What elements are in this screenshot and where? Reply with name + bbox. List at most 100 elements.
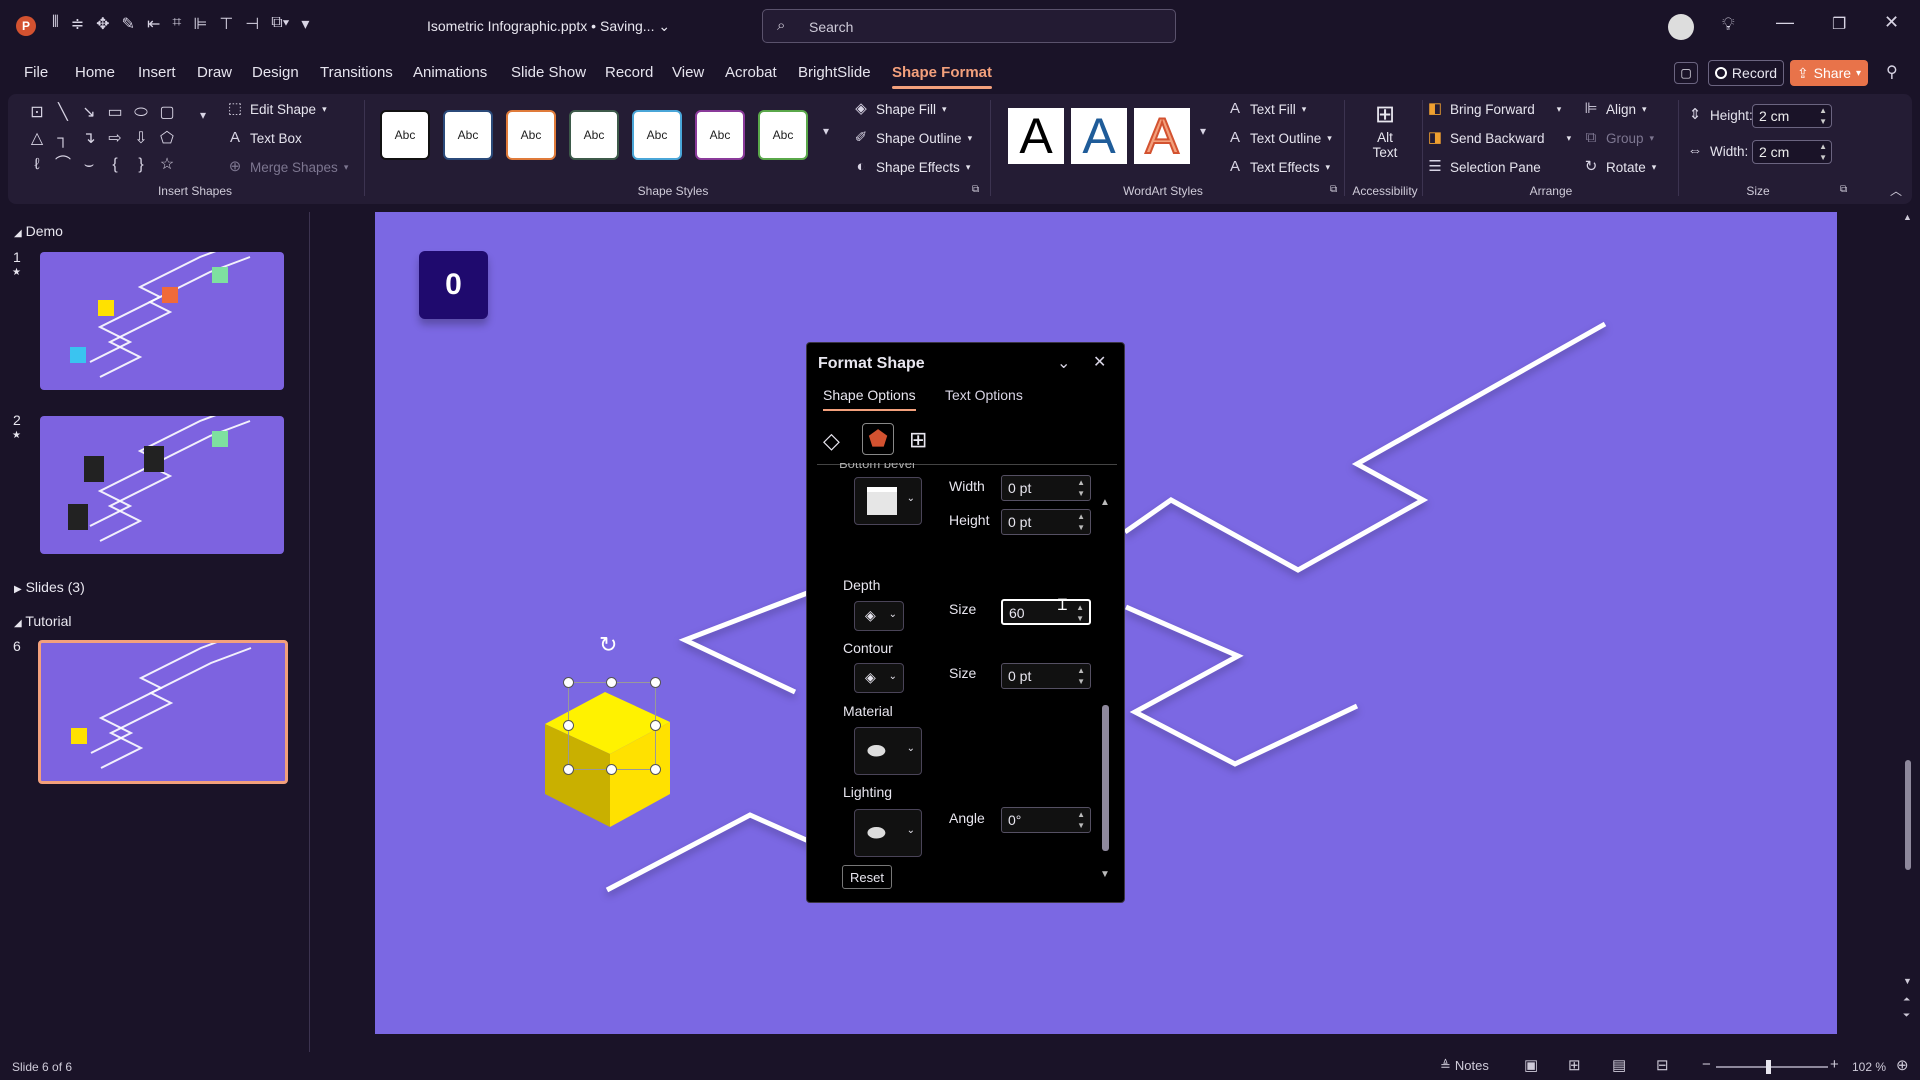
spinner-arrows-icon[interactable]: ▲ ▼ — [1077, 477, 1085, 499]
tab-animations[interactable]: Animations — [413, 64, 487, 81]
alt-text-button[interactable]: ⊞ Alt Text — [1360, 100, 1410, 160]
shape-fill-button[interactable]: ◈ Shape Fill ▾ — [852, 100, 946, 118]
slide-sorter-icon[interactable]: ⊞ — [1568, 1056, 1581, 1074]
group-icon[interactable]: ⧉▾ — [271, 14, 289, 34]
next-slide-icon[interactable]: ⏷ — [1903, 1010, 1910, 1021]
star-shape-icon[interactable]: ☆ — [154, 152, 180, 178]
oval-shape-icon[interactable]: ⬭ — [128, 100, 154, 126]
dialog-launcher-icon[interactable]: ⧉ — [1330, 184, 1337, 195]
tab-slide-show[interactable]: Slide Show — [511, 64, 586, 81]
notes-button[interactable]: ≜ Notes — [1440, 1058, 1489, 1074]
scroll-down-icon[interactable]: ▼ — [1903, 976, 1912, 986]
tab-home[interactable]: Home — [75, 64, 115, 81]
material-dropdown[interactable]: ⬬ ⌄ — [854, 727, 922, 775]
zoom-out-icon[interactable]: − — [1702, 1056, 1711, 1073]
fit-slide-icon[interactable]: ⊕ — [1896, 1056, 1909, 1074]
textbox-shape-icon[interactable]: ⊡ — [24, 100, 50, 126]
bevel-height-input[interactable]: 0 pt ▲ ▼ — [1001, 509, 1091, 535]
align-icon[interactable]: ≑ — [71, 14, 84, 34]
group-button[interactable]: ⧉ Group ▾ — [1582, 129, 1654, 147]
rectangle-shape-icon[interactable]: ▭ — [102, 100, 128, 126]
pane-scroll-thumb[interactable] — [1102, 705, 1109, 851]
shape-style-1[interactable]: Abc — [380, 110, 430, 160]
arc-shape-icon[interactable]: ⌒ — [50, 152, 76, 178]
send-backward-button[interactable]: ◨ Send Backward ▾ — [1426, 129, 1571, 147]
shape-icon[interactable]: ✥ — [96, 14, 109, 34]
tab-draw[interactable]: Draw — [197, 64, 232, 81]
customize-toolbar-icon[interactable]: ▾ — [301, 14, 309, 34]
scroll-up-icon[interactable]: ▲ — [1903, 212, 1912, 222]
triangle-shape-icon[interactable]: △ — [24, 126, 50, 152]
left-brace-icon[interactable]: { — [102, 152, 128, 178]
resize-handle[interactable] — [650, 764, 661, 775]
shape-gallery-more-icon[interactable]: ▾ — [200, 108, 206, 122]
panel-divider[interactable] — [309, 212, 310, 1052]
record-button[interactable]: Record — [1708, 60, 1784, 86]
rounded-rect-shape-icon[interactable]: ▢ — [154, 100, 180, 126]
scroll-thumb[interactable] — [1905, 760, 1911, 870]
align-top-icon[interactable]: ⊤ — [219, 14, 233, 34]
fill-line-icon[interactable]: ◇ — [823, 428, 840, 454]
arrow-line-shape-icon[interactable]: ↘ — [76, 100, 102, 126]
tab-view[interactable]: View — [672, 64, 704, 81]
pane-close-button[interactable]: ✕ — [1093, 352, 1106, 372]
wordart-style-blue[interactable]: A — [1071, 108, 1127, 164]
right-arrow-shape-icon[interactable]: ⇨ — [102, 126, 128, 152]
tab-insert[interactable]: Insert — [138, 64, 176, 81]
pane-scroll-down-icon[interactable]: ▼ — [1100, 869, 1110, 880]
freeform-shape-icon[interactable]: ⬠ — [154, 126, 180, 152]
bottom-bevel-dropdown[interactable]: ⌄ — [854, 477, 922, 525]
spinner-arrows-icon[interactable]: ▲ ▼ — [1819, 105, 1827, 127]
height-input[interactable]: 2 cm ▲ ▼ — [1752, 104, 1832, 128]
resize-handle[interactable] — [650, 677, 661, 688]
edit-shape-button[interactable]: ⬚ Edit Shape ▾ — [226, 100, 327, 118]
resize-handle[interactable] — [563, 677, 574, 688]
wordart-style-black[interactable]: A — [1008, 108, 1064, 164]
slide-thumbnail-2[interactable] — [40, 416, 284, 554]
bevel-width-input[interactable]: 0 pt ▲ ▼ — [1001, 475, 1091, 501]
lighting-angle-input[interactable]: 0° ▲ ▼ — [1001, 807, 1091, 833]
reset-button[interactable]: Reset — [842, 865, 892, 889]
depth-size-input[interactable]: 60 ▲ ▼ — [1001, 599, 1091, 625]
align-right-icon[interactable]: ⊣ — [245, 14, 259, 34]
slide-thumbnail-1[interactable] — [40, 252, 284, 390]
align-button[interactable]: ⊫ Align ▾ — [1582, 100, 1646, 118]
wordart-style-orange[interactable]: A — [1134, 107, 1190, 165]
shape-style-5[interactable]: Abc — [632, 110, 682, 160]
spinner-arrows-icon[interactable]: ▲ ▼ — [1076, 602, 1084, 624]
tab-acrobat[interactable]: Acrobat — [725, 64, 777, 81]
resize-handle[interactable] — [650, 720, 661, 731]
vertical-scrollbar[interactable]: ▲ ▼ ⏶ ⏷ — [1900, 212, 1916, 1032]
contour-color-dropdown[interactable]: ◈ ⌄ — [854, 663, 904, 693]
contour-size-input[interactable]: 0 pt ▲ ▼ — [1001, 663, 1091, 689]
comments-button[interactable]: ▢ — [1674, 62, 1698, 84]
lighting-dropdown[interactable]: ⬬ ⌄ — [854, 809, 922, 857]
line-shape-icon[interactable]: ╲ — [50, 100, 76, 126]
lightbulb-icon[interactable]: 💡︎ — [1722, 14, 1735, 35]
zoom-slider-thumb[interactable] — [1766, 1060, 1771, 1074]
text-effects-button[interactable]: A Text Effects ▾ — [1226, 158, 1330, 176]
rotation-handle-icon[interactable]: ↻ — [599, 632, 617, 658]
resize-handle[interactable] — [606, 764, 617, 775]
depth-color-dropdown[interactable]: ◈ ⌄ — [854, 601, 904, 631]
spinner-arrows-icon[interactable]: ▲ ▼ — [1077, 511, 1085, 533]
tab-transitions[interactable]: Transitions — [320, 64, 393, 81]
text-outline-button[interactable]: A Text Outline ▾ — [1226, 129, 1332, 147]
counter-box[interactable]: 0 — [419, 251, 488, 319]
curve-shape-icon[interactable]: ⌣ — [76, 152, 102, 178]
flip-icon[interactable]: ⇤ — [147, 14, 160, 34]
zoom-in-icon[interactable]: + — [1830, 1056, 1839, 1073]
tab-text-options[interactable]: Text Options — [945, 387, 1023, 403]
tab-file[interactable]: File — [24, 64, 48, 81]
search-box[interactable]: ⌕ Search — [762, 9, 1176, 43]
tab-shape-format[interactable]: Shape Format — [892, 64, 993, 89]
slide-thumbnail-6-selected[interactable] — [38, 640, 288, 784]
tab-record[interactable]: Record — [605, 64, 653, 81]
tab-shape-options[interactable]: Shape Options — [823, 387, 916, 411]
account-avatar[interactable] — [1668, 14, 1694, 40]
normal-view-icon[interactable]: ▣ — [1524, 1056, 1538, 1074]
section-tutorial[interactable]: ◢ Tutorial — [14, 613, 72, 629]
bring-forward-button[interactable]: ◧ Bring Forward ▾ — [1426, 100, 1561, 118]
text-box-button[interactable]: A Text Box — [226, 129, 302, 147]
distribute-icon[interactable]: ⫴ — [52, 14, 59, 34]
